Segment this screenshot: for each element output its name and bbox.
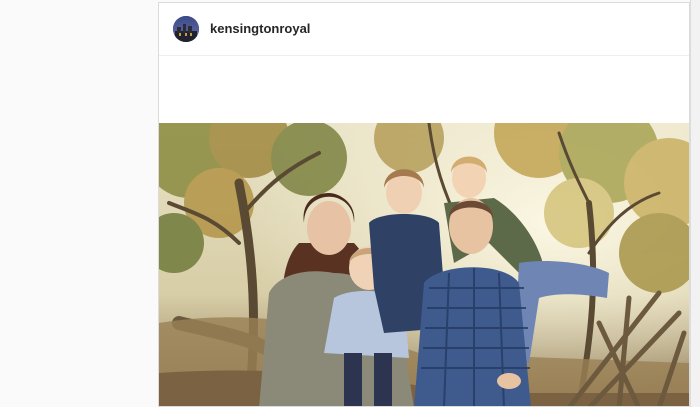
post-username[interactable]: kensingtonroyal [210,21,310,36]
profile-avatar-icon [173,16,199,42]
window-right-edge [690,0,700,407]
page: kensingtonroyal [0,0,700,407]
post-caption-area [159,56,689,122]
avatar[interactable] [173,16,199,42]
post-header: kensingtonroyal [159,3,689,56]
family-photo-image [159,123,689,406]
post-photo[interactable] [159,123,689,406]
post-card: kensingtonroyal [158,2,690,407]
